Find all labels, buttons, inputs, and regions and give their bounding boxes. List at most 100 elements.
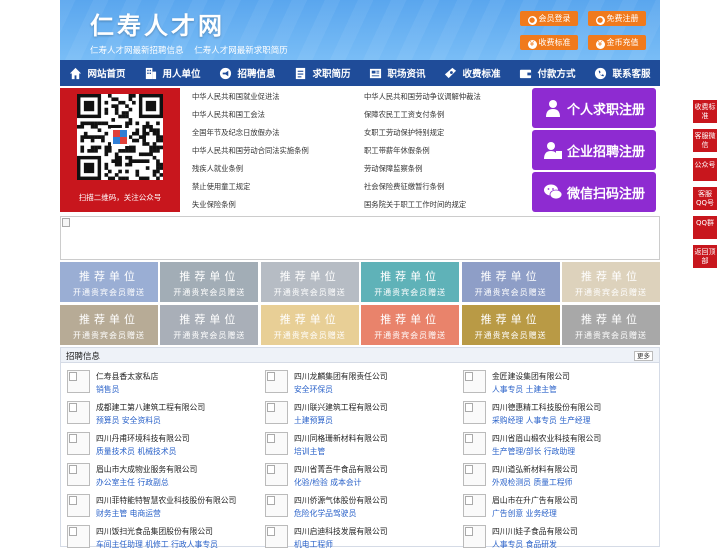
job-positions[interactable]: 预算员 安全资料员 — [96, 415, 161, 426]
free-register-button[interactable]: ● 免费注册 — [588, 11, 646, 26]
float-pricing-button[interactable]: 收费标准 — [693, 100, 717, 123]
company-name[interactable]: 四川饭扫光食品集团股份有限公司 — [96, 526, 213, 537]
job-listing-item[interactable]: 四川龙麟集团有限责任公司 安全环保员 — [262, 369, 458, 399]
nav-jobs[interactable]: 招聘信息 — [210, 60, 285, 86]
company-name[interactable]: 眉山市在升广告有限公司 — [492, 495, 578, 506]
job-positions[interactable]: 安全环保员 — [294, 384, 333, 395]
recommended-employer-slot[interactable]: 推荐单位 开通贵宾会员赠送 — [562, 305, 660, 345]
law-link[interactable]: 失业保险条例 — [192, 200, 236, 210]
company-logo[interactable] — [463, 432, 486, 455]
job-positions[interactable]: 土建预算员 — [294, 415, 333, 426]
company-name[interactable]: 四川同格珊新材料有限公司 — [294, 433, 388, 444]
company-name[interactable]: 四川丹甫环境科技有限公司 — [96, 433, 190, 444]
job-listing-item[interactable]: 眉山市在升广告有限公司 广告创意 业务经理 — [460, 493, 656, 523]
law-link[interactable]: 全国年节及纪念日放假办法 — [192, 128, 280, 138]
company-register-button[interactable]: 企业招聘注册 — [532, 130, 656, 170]
job-positions[interactable]: 培训主管 — [294, 446, 325, 457]
job-listing-item[interactable]: 四川菲特能特智慧农业科技股份有限公司 财务主管 电商运营 — [64, 493, 260, 523]
company-logo[interactable] — [463, 463, 486, 486]
company-name[interactable]: 四川德惠精工科技股份有限公司 — [492, 402, 601, 413]
company-logo[interactable] — [265, 525, 288, 548]
more-jobs-button[interactable]: 更多 — [634, 351, 653, 361]
company-logo[interactable] — [265, 494, 288, 517]
job-listing-item[interactable]: 金匠建设集团有限公司 人事专员 土建主管 — [460, 369, 656, 399]
latest-resumes-link[interactable]: 仁寿人才网最新求职简历 — [194, 46, 288, 56]
job-positions[interactable]: 机电工程师 — [294, 539, 333, 550]
job-listing-item[interactable]: 四川侨源气体股份有限公司 危险化学品驾驶员 — [262, 493, 458, 523]
site-title[interactable]: 仁寿人才网 — [90, 6, 225, 41]
job-positions[interactable]: 人事专员 食品研发 — [492, 539, 557, 550]
recommended-employer-slot[interactable]: 推荐单位 开通贵宾会员赠送 — [562, 262, 660, 302]
company-name[interactable]: 四川道弘新材料有限公司 — [492, 464, 578, 475]
law-link[interactable]: 社会保险费征缴暂行条例 — [364, 182, 444, 192]
latest-jobs-link[interactable]: 仁寿人才网最新招聘信息 — [90, 46, 184, 56]
job-positions[interactable]: 财务主管 电商运营 — [96, 508, 161, 519]
float-wechat-button[interactable]: 客服微信 — [693, 129, 717, 152]
nav-resumes[interactable]: 求职简历 — [285, 60, 360, 86]
company-logo[interactable] — [265, 463, 288, 486]
company-logo[interactable] — [67, 432, 90, 455]
company-logo[interactable] — [463, 401, 486, 424]
recommended-employer-slot[interactable]: 推荐单位 开通贵宾会员赠送 — [260, 305, 359, 345]
float-qq-button[interactable]: 客服QQ号 — [693, 187, 717, 210]
company-logo[interactable] — [67, 370, 90, 393]
company-logo[interactable] — [463, 370, 486, 393]
company-name[interactable]: 四川省菁吾牛食品有限公司 — [294, 464, 388, 475]
law-link[interactable]: 职工带薪年休假条例 — [364, 146, 430, 156]
law-link[interactable]: 国务院关于职工工作时间的规定 — [364, 200, 466, 210]
job-positions[interactable]: 化验/检验 成本会计 — [294, 477, 361, 488]
company-name[interactable]: 四川联兴建筑工程有限公司 — [294, 402, 388, 413]
company-name[interactable]: 金匠建设集团有限公司 — [492, 371, 570, 382]
company-logo[interactable] — [463, 525, 486, 548]
nav-home[interactable]: 网站首页 — [60, 60, 135, 86]
nav-pricing[interactable]: 收费标准 — [435, 60, 510, 86]
job-listing-item[interactable]: 四川川娃子食品有限公司 人事专员 食品研发 — [460, 524, 656, 554]
law-link[interactable]: 中华人民共和国劳动合同法实施条例 — [192, 146, 309, 156]
nav-news[interactable]: 职场资讯 — [360, 60, 435, 86]
job-listing-item[interactable]: 眉山市大成物业服务有限公司 办公室主任 行政副总 — [64, 462, 260, 492]
recommended-employer-slot[interactable]: 推荐单位 开通贵宾会员赠送 — [60, 262, 158, 302]
job-listing-item[interactable]: 仁寿县香太家私店 销售员 — [64, 369, 260, 399]
job-positions[interactable]: 广告创意 业务经理 — [492, 508, 557, 519]
company-name[interactable]: 四川菲特能特智慧农业科技股份有限公司 — [96, 495, 236, 506]
job-positions[interactable]: 销售员 — [96, 384, 119, 395]
float-official-account-button[interactable]: 公众号 — [693, 158, 717, 181]
job-listing-item[interactable]: 四川饭扫光食品集团股份有限公司 车间主任助理 机修工 行政人事专员 — [64, 524, 260, 554]
company-logo[interactable] — [67, 525, 90, 548]
company-logo[interactable] — [67, 401, 90, 424]
back-to-top-button[interactable]: 返回顶部 — [693, 245, 717, 268]
recommended-employer-slot[interactable]: 推荐单位 开通贵宾会员赠送 — [361, 305, 460, 345]
job-positions[interactable]: 采购经理 人事专员 生产经理 — [492, 415, 591, 426]
law-link[interactable]: 保障农民工工资支付条例 — [364, 110, 444, 120]
job-listing-item[interactable]: 四川丹甫环境科技有限公司 质量技术员 机械技术员 — [64, 431, 260, 461]
job-listing-item[interactable]: 四川道弘新材料有限公司 外观检测员 质量工程师 — [460, 462, 656, 492]
recommended-employer-slot[interactable]: 推荐单位 开通贵宾会员赠送 — [160, 262, 259, 302]
job-listing-item[interactable]: 四川联兴建筑工程有限公司 土建预算员 — [262, 400, 458, 430]
recommended-employer-slot[interactable]: 推荐单位 开通贵宾会员赠送 — [461, 262, 560, 302]
coin-recharge-button[interactable]: ¥ 金币充值 — [588, 35, 646, 50]
job-listing-item[interactable]: 成都建工第八建筑工程有限公司 预算员 安全资料员 — [64, 400, 260, 430]
law-link[interactable]: 中华人民共和国工会法 — [192, 110, 265, 120]
job-positions[interactable]: 质量技术员 机械技术员 — [96, 446, 176, 457]
recommended-employer-slot[interactable]: 推荐单位 开通贵宾会员赠送 — [260, 262, 359, 302]
company-logo[interactable] — [265, 401, 288, 424]
job-listing-item[interactable]: 四川省菁吾牛食品有限公司 化验/检验 成本会计 — [262, 462, 458, 492]
job-positions[interactable]: 生产管理/部长 行政助理 — [492, 446, 575, 457]
wechat-register-button[interactable]: 微信扫码注册 — [532, 172, 656, 212]
law-link[interactable]: 中华人民共和国劳动争议调解仲裁法 — [364, 92, 481, 102]
nav-employers[interactable]: 用人单位 — [135, 60, 210, 86]
personal-register-button[interactable]: 个人求职注册 — [532, 88, 656, 128]
recommended-employer-slot[interactable]: 推荐单位 开通贵宾会员赠送 — [361, 262, 460, 302]
company-name[interactable]: 四川川娃子食品有限公司 — [492, 526, 578, 537]
company-logo[interactable] — [265, 370, 288, 393]
job-listing-item[interactable]: 四川德惠精工科技股份有限公司 采购经理 人事专员 生产经理 — [460, 400, 656, 430]
company-name[interactable]: 眉山市大成物业服务有限公司 — [96, 464, 197, 475]
company-name[interactable]: 四川龙麟集团有限责任公司 — [294, 371, 388, 382]
job-positions[interactable]: 车间主任助理 机修工 行政人事专员 — [96, 539, 218, 550]
company-name[interactable]: 四川省眉山椴农业科技有限公司 — [492, 433, 601, 444]
law-link[interactable]: 女职工劳动保护特别规定 — [364, 128, 444, 138]
company-name[interactable]: 成都建工第八建筑工程有限公司 — [96, 402, 205, 413]
company-name[interactable]: 四川启迪科技发展有限公司 — [294, 526, 388, 537]
float-qq-group-button[interactable]: QQ群 — [693, 216, 717, 239]
job-listing-item[interactable]: 四川启迪科技发展有限公司 机电工程师 — [262, 524, 458, 554]
